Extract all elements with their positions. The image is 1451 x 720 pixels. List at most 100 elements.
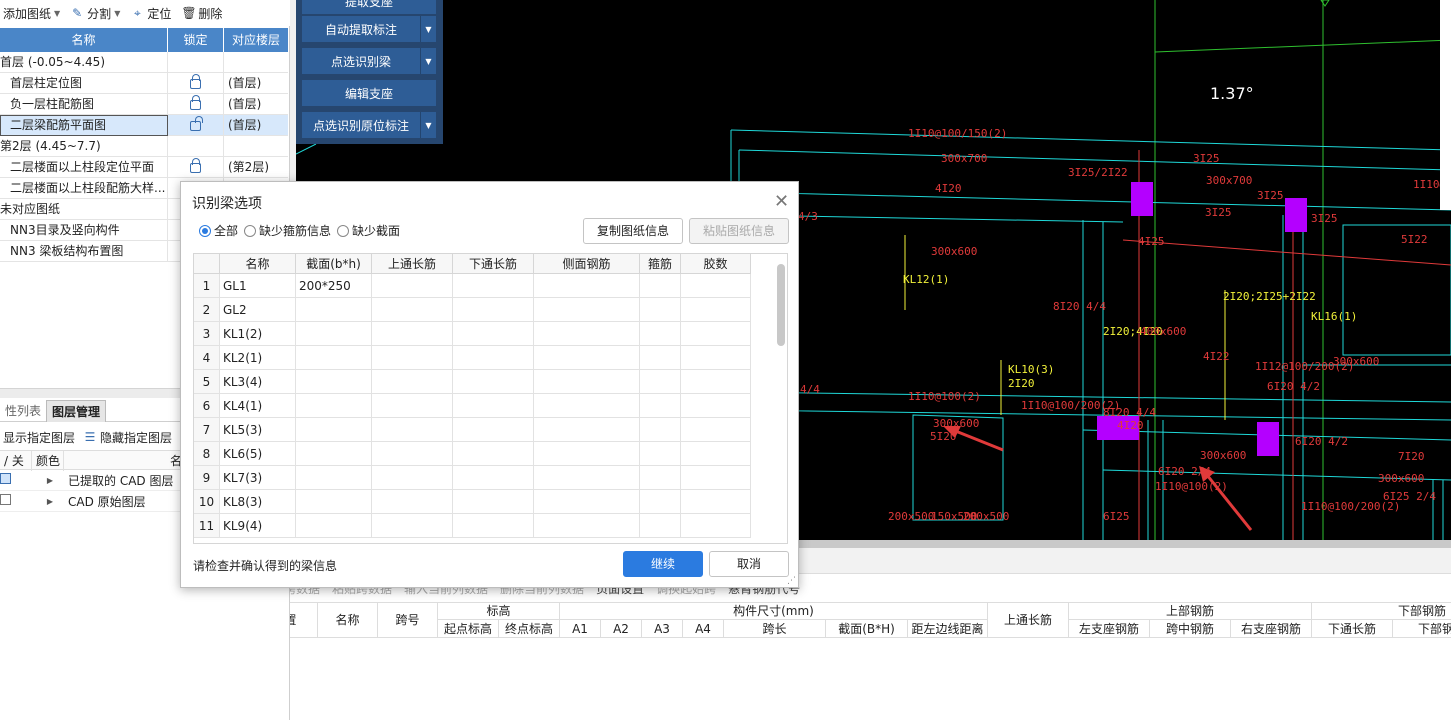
paste-drawing-info-button[interactable]: 粘贴图纸信息 — [689, 218, 789, 244]
chevron-down-icon[interactable]: ▼ — [420, 112, 436, 138]
grid-scrollbar[interactable] — [777, 264, 785, 346]
resize-grip-icon[interactable]: ⋰ — [787, 576, 796, 586]
grid-cell[interactable] — [534, 370, 640, 394]
section-cell[interactable] — [296, 514, 372, 538]
grid-cell[interactable] — [681, 466, 751, 490]
grid-cell[interactable] — [372, 490, 453, 514]
grid-cell[interactable] — [534, 466, 640, 490]
beam-name-cell[interactable]: GL2 — [220, 298, 296, 322]
grid-cell[interactable] — [372, 370, 453, 394]
grid-cell[interactable] — [640, 418, 681, 442]
section-cell[interactable] — [296, 490, 372, 514]
locate-button[interactable]: ⌖ 定位 — [130, 5, 171, 22]
tree-group-row[interactable]: 第2层 (4.45~7.7) — [0, 135, 288, 157]
grid-cell[interactable] — [534, 418, 640, 442]
beam-name-cell[interactable]: KL2(1) — [220, 346, 296, 370]
section-cell[interactable] — [296, 466, 372, 490]
grid-cell[interactable] — [372, 466, 453, 490]
grid-cell[interactable] — [534, 394, 640, 418]
lock-icon[interactable] — [190, 94, 201, 110]
grid-cell[interactable] — [681, 274, 751, 298]
beam-name-cell[interactable]: KL1(2) — [220, 322, 296, 346]
grid-header[interactable]: 下通长筋 — [453, 254, 534, 274]
grid-cell[interactable] — [681, 490, 751, 514]
grid-cell[interactable] — [453, 442, 534, 466]
grid-cell[interactable] — [640, 394, 681, 418]
chevron-down-icon[interactable]: ▼ — [420, 16, 436, 42]
grid-cell[interactable] — [372, 514, 453, 538]
grid-cell[interactable] — [453, 322, 534, 346]
chevron-down-icon[interactable]: ▼ — [420, 48, 436, 74]
extract-support-button[interactable]: 提取支座 — [302, 0, 436, 14]
section-cell[interactable] — [296, 298, 372, 322]
copy-drawing-info-button[interactable]: 复制图纸信息 — [583, 218, 683, 244]
grid-cell[interactable] — [534, 514, 640, 538]
grid-cell[interactable] — [453, 274, 534, 298]
pick-recognize-inplace-label-button[interactable]: 点选识别原位标注 ▼ — [302, 112, 436, 138]
grid-cell[interactable] — [640, 514, 681, 538]
grid-cell[interactable] — [681, 394, 751, 418]
tree-group-row[interactable]: 首层 (-0.05~4.45) — [0, 51, 288, 73]
grid-cell[interactable] — [640, 442, 681, 466]
show-layer-button[interactable]: 显示指定图层 — [3, 429, 75, 446]
grid-header[interactable]: 名称 — [220, 254, 296, 274]
unlock-icon[interactable] — [190, 115, 203, 131]
grid-cell[interactable] — [453, 514, 534, 538]
grid-header[interactable]: 上通长筋 — [372, 254, 453, 274]
auto-extract-label-button[interactable]: 自动提取标注 ▼ — [302, 16, 436, 42]
beam-name-cell[interactable]: KL5(3) — [220, 418, 296, 442]
grid-cell[interactable] — [453, 418, 534, 442]
add-drawing-button[interactable]: 添加图纸 ▼ — [3, 5, 60, 22]
grid-header[interactable]: 胶数 — [681, 254, 751, 274]
grid-cell[interactable] — [534, 322, 640, 346]
grid-header[interactable]: 箍筋 — [640, 254, 681, 274]
beam-name-cell[interactable]: KL4(1) — [220, 394, 296, 418]
tab-layer-management[interactable]: 图层管理 — [46, 400, 107, 422]
pick-recognize-beam-button[interactable]: 点选识别梁 ▼ — [302, 48, 436, 74]
layer-visible-checkbox[interactable] — [0, 473, 11, 484]
grid-cell[interactable] — [681, 370, 751, 394]
section-cell[interactable] — [296, 322, 372, 346]
split-button[interactable]: ✎ 分割 ▼ — [70, 5, 120, 22]
beam-name-cell[interactable]: GL1 — [220, 274, 296, 298]
grid-cell[interactable] — [640, 298, 681, 322]
delete-button[interactable]: 🗑 删除 — [181, 5, 222, 22]
grid-cell[interactable] — [453, 298, 534, 322]
radio-missing-stirrup[interactable]: 缺少箍筋信息 — [244, 222, 331, 239]
grid-header[interactable]: 截面(b*h) — [296, 254, 372, 274]
section-cell[interactable] — [296, 370, 372, 394]
beam-name-cell[interactable]: KL3(4) — [220, 370, 296, 394]
grid-cell[interactable] — [372, 274, 453, 298]
grid-cell[interactable] — [534, 274, 640, 298]
section-cell[interactable]: 200*250 — [296, 274, 372, 298]
section-cell[interactable] — [296, 418, 372, 442]
grid-cell[interactable] — [681, 346, 751, 370]
radio-all[interactable]: 全部 — [199, 222, 238, 239]
grid-cell[interactable] — [640, 370, 681, 394]
grid-cell[interactable] — [453, 370, 534, 394]
grid-cell[interactable] — [681, 514, 751, 538]
grid-cell[interactable] — [453, 466, 534, 490]
edit-support-button[interactable]: 编辑支座 — [302, 80, 436, 106]
tab-property-list[interactable]: 性列表 — [0, 400, 46, 422]
grid-cell[interactable] — [453, 490, 534, 514]
beam-name-cell[interactable]: KL9(4) — [220, 514, 296, 538]
expand-icon[interactable]: ▶ — [32, 476, 68, 485]
grid-cell[interactable] — [453, 346, 534, 370]
tree-row[interactable]: 二层楼面以上柱段定位平面 (第2层) — [0, 156, 288, 178]
grid-cell[interactable] — [534, 346, 640, 370]
beam-name-cell[interactable]: KL8(3) — [220, 490, 296, 514]
grid-cell[interactable] — [534, 490, 640, 514]
grid-cell[interactable] — [372, 322, 453, 346]
grid-cell[interactable] — [640, 322, 681, 346]
grid-cell[interactable] — [453, 394, 534, 418]
grid-cell[interactable] — [372, 346, 453, 370]
expand-icon[interactable]: ▶ — [32, 497, 68, 506]
continue-button[interactable]: 继续 — [623, 551, 703, 577]
tree-row[interactable]: 二层梁配筋平面图 (首层) — [0, 114, 288, 136]
grid-cell[interactable] — [681, 322, 751, 346]
beam-name-cell[interactable]: KL6(5) — [220, 442, 296, 466]
grid-cell[interactable] — [534, 442, 640, 466]
close-icon[interactable]: ✕ — [774, 191, 789, 212]
tree-row[interactable]: 负一层柱配筋图 (首层) — [0, 93, 288, 115]
